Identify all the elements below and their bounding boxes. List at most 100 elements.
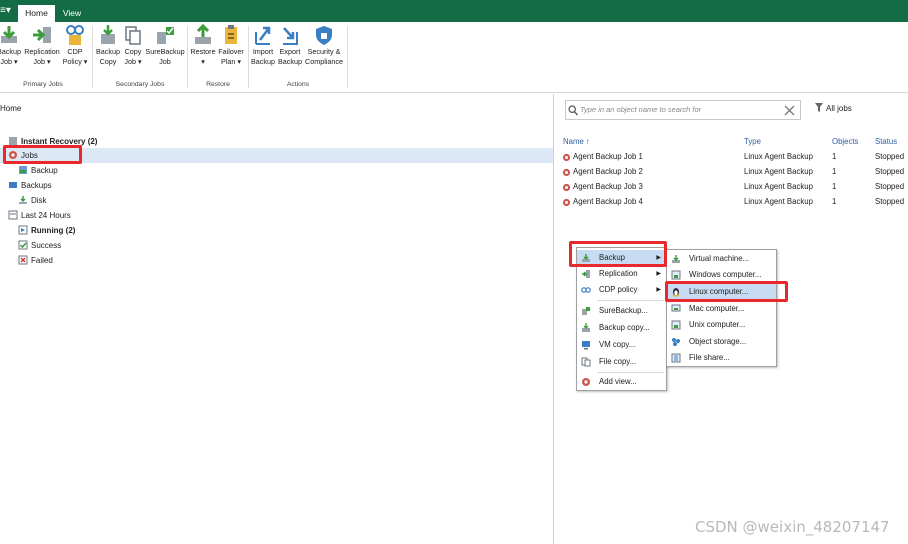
add-view-icon [582,378,590,386]
submenu-item-mac-computer[interactable]: Mac computer... [667,301,776,317]
cdp-policy-label-2: Policy ▾ [62,57,88,66]
tree-item-backup[interactable]: Backup [18,164,58,178]
restore-button[interactable]: Restore ▾ [190,24,216,67]
menu-item-file-copy[interactable]: File copy... [577,354,666,370]
replication-job-label-2: Job ▾ [33,57,51,66]
replication-job-button[interactable]: Replication Job ▾ [24,24,60,67]
group-actions: Actions [286,81,310,88]
search-input[interactable]: Type in an object name to search for [565,100,801,120]
menu-label: CDP policy [599,285,638,294]
column-header-type[interactable]: Type [744,137,761,146]
import-backup-button[interactable]: Import Backup [250,24,276,67]
highlight-box-backup [569,241,667,267]
column-header-name[interactable]: Name ↑ [563,137,590,146]
tree-item-success[interactable]: Success [18,239,61,253]
tab-view[interactable]: View [57,5,87,22]
virtual-machine-icon [672,255,680,263]
menu-item-add-view[interactable]: Add view... [577,374,666,390]
restore-icon [195,24,211,44]
cell-objects: 1 [832,197,837,206]
group-secondary-jobs: Secondary Jobs [115,81,165,88]
tree-item-running[interactable]: Running (2) [18,224,75,238]
submenu-item-file-share[interactable]: File share... [667,350,776,366]
replication-icon [582,270,590,278]
backup-copy-button[interactable]: Backup Copy [95,24,121,67]
cell-type: Linux Agent Backup [744,182,813,191]
tree-item-backups[interactable]: Backups [8,179,52,193]
column-header-objects[interactable]: Objects [832,137,858,146]
watermark: CSDN @weixin_48207147 [695,518,890,536]
object-storage-icon [672,338,680,346]
menu-item-replication[interactable]: Replication ▶ [577,266,666,282]
clear-search-icon[interactable] [784,105,795,116]
surebackup-job-icon [157,27,174,44]
surebackup-job-label-2: Job [159,57,171,66]
export-backup-button[interactable]: Export Backup [277,24,303,67]
column-header-status[interactable]: Status [875,137,897,146]
file-share-icon [671,353,681,363]
failed-icon [18,255,28,265]
cell-type: Linux Agent Backup [744,167,813,176]
menu-label: Backup copy... [599,323,650,332]
menu-separator [597,372,664,373]
tree-label: Last 24 Hours [21,211,71,220]
menu-label: Mac computer... [689,304,745,313]
restore-label: Restore [190,47,216,56]
export-backup-icon [283,27,298,45]
menu-label: Virtual machine... [689,254,750,263]
surebackup-job-button[interactable]: SureBackup Job [145,24,185,67]
agent-job-icon [562,153,571,162]
filter-all-jobs[interactable]: All jobs [815,103,852,113]
submenu-item-unix-computer[interactable]: Unix computer... [667,317,776,333]
tree-item-last-24-hours[interactable]: Last 24 Hours [8,209,71,223]
submenu-item-virtual-machine[interactable]: Virtual machine... [667,251,776,267]
tree-label: Disk [31,196,47,205]
cell-type: Linux Agent Backup [744,197,813,206]
replication-job-label: Replication [24,47,60,56]
import-backup-icon [255,26,271,45]
tab-home[interactable]: Home [18,5,55,22]
security-compliance-label-2: Compliance [305,57,343,66]
tree-item-disk[interactable]: Disk [18,194,47,208]
failover-plan-button[interactable]: Failover Plan ▾ [216,24,246,67]
menu-item-backup-copy[interactable]: Backup copy... [577,320,666,336]
menu-item-cdp-policy[interactable]: CDP policy ▶ [577,282,666,298]
import-backup-label-2: Backup [251,57,275,66]
tree-label: Failed [31,256,53,265]
menu-label: Replication [599,269,638,278]
ribbon: BackupJob ▾ ReplicationJob ▾ CDPPolicy ▾… [0,22,908,93]
restore-label-2: ▾ [201,57,205,66]
agent-job-icon [562,183,571,192]
import-backup-label: Import [252,47,274,56]
ribbon-divider [92,26,93,88]
calendar-icon [8,210,18,220]
disk-icon [19,196,27,204]
cell-status: Stopped [875,152,905,161]
menu-item-surebackup[interactable]: SureBackup... [577,303,666,319]
cell-name[interactable]: Agent Backup Job 3 [573,182,643,191]
backup-copy-label-2: Copy [99,57,117,66]
cell-name[interactable]: Agent Backup Job 2 [573,167,643,176]
copy-job-button[interactable]: Copy Job ▾ [121,24,145,67]
cell-name[interactable]: Agent Backup Job 4 [573,197,643,206]
tree-item-failed[interactable]: Failed [18,254,53,268]
submenu-item-object-storage[interactable]: Object storage... [667,334,776,350]
context-menu: Backup ▶ Replication ▶ CDP policy ▶ SureBac… [576,247,667,391]
menu-label: Unix computer... [689,320,746,329]
security-compliance-button[interactable]: Security & Compliance [303,24,345,67]
ribbon-divider [248,26,249,88]
menu-item-vm-copy[interactable]: VM copy... [577,337,666,353]
agent-job-icon [562,198,571,207]
cdp-policy-icon [66,25,84,45]
backup-job-button[interactable]: BackupJob ▾ [0,24,22,67]
cdp-policy-button[interactable]: CDP Policy ▾ [62,24,88,67]
main-menu-button[interactable]: ≡▾ [0,3,14,19]
submenu-arrow-icon: ▶ [656,287,661,293]
cell-status: Stopped [875,167,905,176]
menu-separator [597,300,664,301]
backup-submenu: Virtual machine... Windows computer... L… [666,249,777,367]
group-primary-jobs: Primary Jobs [23,81,63,88]
replication-job-icon [33,27,51,43]
cell-name[interactable]: Agent Backup Job 1 [573,152,643,161]
group-restore: Restore [206,81,230,88]
